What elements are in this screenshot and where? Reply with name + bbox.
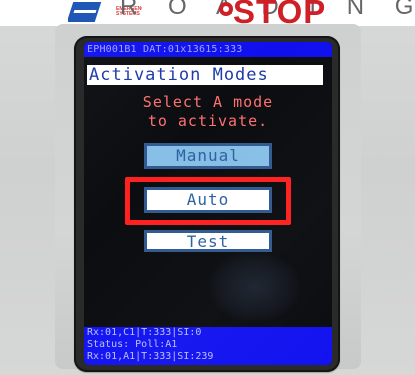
status-line-1: Rx:01,C1|T:333|SI:0 xyxy=(87,327,202,338)
bottom-status-panel: Rx:01,C1|T:333|SI:0 Status: Poll:A1 Rx:0… xyxy=(84,327,332,365)
selected-mode-highlight xyxy=(125,177,291,225)
test-mode-button[interactable]: Test xyxy=(144,230,272,252)
status-line-3: Rx:01,A1|T:333|SI:239 xyxy=(87,351,214,362)
status-line-2: Status: Poll:A1 xyxy=(87,339,178,350)
manual-mode-button[interactable]: Manual xyxy=(144,143,272,169)
logo-stripe-icon xyxy=(73,10,97,13)
photo-background: EMERGENCY SYSTEMS R O A D I N G S A F E … xyxy=(0,0,415,375)
device-screen: EPH001B1 DAT:01x13615:333 Activation Mod… xyxy=(84,42,332,365)
top-status-bar: EPH001B1 DAT:01x13615:333 xyxy=(84,42,332,57)
stop-brand-text: STOP xyxy=(233,0,327,26)
screen-title: Activation Modes xyxy=(87,65,323,85)
screen-glare xyxy=(207,250,302,324)
prompt-line-1: Select A mode xyxy=(142,93,274,111)
top-logo-band: EMERGENCY SYSTEMS R O A D I N G S A F E … xyxy=(0,0,415,26)
prompt-line-2: to activate. xyxy=(147,112,269,130)
stop-logo-circle-icon xyxy=(219,2,233,16)
